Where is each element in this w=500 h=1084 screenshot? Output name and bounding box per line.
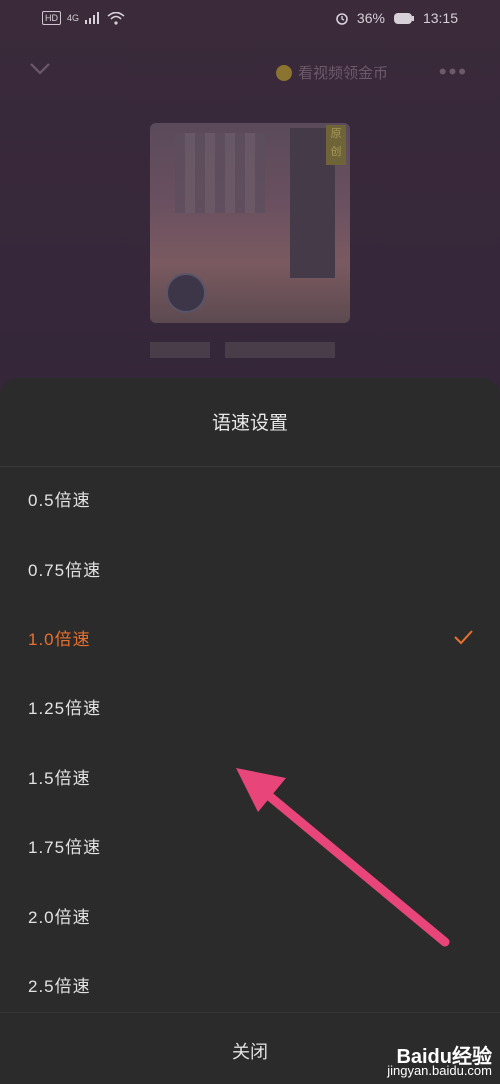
- baidu-jingyan-watermark: Baidu经验 jingyan.baidu.com: [387, 1046, 492, 1078]
- watermark-url: jingyan.baidu.com: [387, 1063, 492, 1078]
- divider: [0, 466, 500, 467]
- speed-option-1.25[interactable]: 1.25倍速: [28, 694, 478, 724]
- battery-percent: 36%: [356, 10, 385, 26]
- speed-option-2.0[interactable]: 2.0倍速: [28, 903, 478, 933]
- blurred-text: [150, 342, 210, 358]
- song-title-blurred: [150, 342, 350, 358]
- sheet-title: 语速设置: [211, 413, 288, 434]
- status-bar: HD 4G 36% 13:15: [0, 0, 500, 38]
- watch-video-coins-button[interactable]: 看视频领金币: [276, 62, 388, 83]
- speed-option-0.5[interactable]: 0.5倍速: [28, 486, 478, 516]
- coin-label: 看视频领金币: [298, 65, 389, 82]
- alarm-icon: [336, 13, 348, 25]
- speed-option-2.5[interactable]: 2.5倍速: [28, 972, 478, 1002]
- speed-option-0.75[interactable]: 0.75倍速: [28, 556, 478, 586]
- wifi-icon: [107, 11, 125, 25]
- watermark-brand: Baidu经验: [396, 1046, 492, 1068]
- hd-icon: HD: [42, 11, 61, 25]
- signal-icon: [85, 12, 100, 24]
- original-badge: 原创: [326, 125, 346, 165]
- album-cover: 原创: [150, 123, 350, 323]
- network-label: 4G: [67, 13, 80, 23]
- speed-option-1.0-selected[interactable]: 1.0倍速: [28, 625, 478, 655]
- divider: [0, 1012, 500, 1013]
- speed-option-1.5[interactable]: 1.5倍速: [28, 764, 478, 794]
- chevron-down-icon[interactable]: [28, 57, 52, 81]
- cover-stamp-icon: [166, 273, 206, 313]
- clock: 13:15: [422, 10, 458, 26]
- speed-settings-sheet: 语速设置 0.5倍速 0.75倍速 1.0倍速 1.25倍速 1.5倍速 1.7…: [0, 378, 500, 1084]
- blurred-text: [225, 342, 335, 358]
- player-topbar: 看视频领金币 •••: [0, 55, 500, 87]
- battery-icon: [393, 13, 414, 24]
- speed-option-1.75[interactable]: 1.75倍速: [28, 833, 478, 863]
- more-icon[interactable]: •••: [439, 59, 468, 85]
- check-icon: [454, 630, 473, 645]
- coin-icon: [276, 64, 292, 81]
- cover-pixelated-area: [175, 133, 265, 213]
